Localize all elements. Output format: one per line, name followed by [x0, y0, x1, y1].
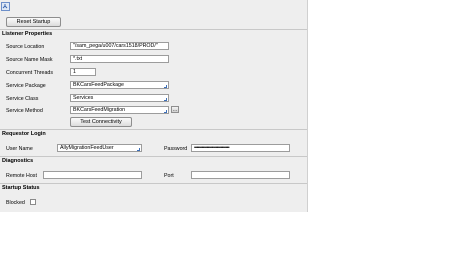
service-method-label: Service Method [6, 108, 43, 114]
source-location-value: "/sam_pega/u007/cars1518/PROD/" [73, 43, 158, 49]
service-class-value: Services [73, 95, 94, 101]
diagnostics-header: Diagnostics [2, 158, 34, 164]
service-package-value: BKCarsFeedPackage [73, 82, 124, 88]
user-name-value: AllyMigrationFeedUser [60, 145, 114, 151]
lookup-button[interactable]: … [171, 106, 179, 113]
password-label: Password [164, 146, 188, 152]
user-name-label: User Name [6, 146, 33, 152]
source-name-mask-value: *.txt [73, 56, 83, 62]
ellipsis-icon: … [172, 106, 178, 113]
blocked-checkbox[interactable] [30, 199, 36, 205]
service-method-field[interactable]: BKCarsFeedMigration [70, 106, 169, 114]
service-package-field[interactable]: BKCarsFeedPackage [70, 81, 169, 89]
startup-status-header: Startup Status [2, 185, 40, 191]
service-class-label: Service Class [6, 96, 39, 102]
source-location-label: Source Location [6, 44, 45, 50]
listener-settings-panel: Reset Startup Listener Properties Source… [0, 0, 308, 212]
divider [0, 183, 307, 184]
port-label: Port [164, 173, 174, 179]
autocomplete-corner-icon [164, 85, 167, 88]
listener-properties-header: Listener Properties [2, 31, 53, 37]
port-field[interactable] [191, 171, 290, 179]
concurrent-threads-value: 1 [73, 69, 76, 75]
concurrent-threads-label: Concurrent Threads [6, 70, 54, 76]
remote-host-label: Remote Host [6, 173, 37, 179]
password-field[interactable]: •••••••••••••••••••••••••••• [191, 144, 290, 152]
service-package-label: Service Package [6, 83, 46, 89]
rule-icon[interactable] [1, 2, 10, 11]
blocked-label: Blocked [6, 200, 25, 206]
remote-host-field[interactable] [43, 171, 142, 179]
concurrent-threads-field[interactable]: 1 [70, 68, 96, 76]
password-value: •••••••••••••••••••••••••••• [194, 145, 230, 151]
autocomplete-corner-icon [164, 98, 167, 101]
user-name-field[interactable]: AllyMigrationFeedUser [57, 144, 142, 152]
source-name-mask-label: Source Name Mask [6, 57, 53, 63]
autocomplete-corner-icon [164, 110, 167, 113]
test-connectivity-button[interactable]: Test Connectivity [70, 117, 132, 127]
reset-startup-button[interactable]: Reset Startup [6, 17, 61, 27]
divider [0, 156, 307, 157]
divider [0, 29, 307, 30]
divider [0, 129, 307, 130]
requestor-login-header: Requestor Login [2, 131, 46, 137]
service-class-field[interactable]: Services [70, 94, 169, 102]
source-name-mask-field[interactable]: *.txt [70, 55, 169, 63]
service-method-value: BKCarsFeedMigration [73, 107, 126, 113]
autocomplete-corner-icon [137, 148, 140, 151]
source-location-field[interactable]: "/sam_pega/u007/cars1518/PROD/" [70, 42, 169, 50]
